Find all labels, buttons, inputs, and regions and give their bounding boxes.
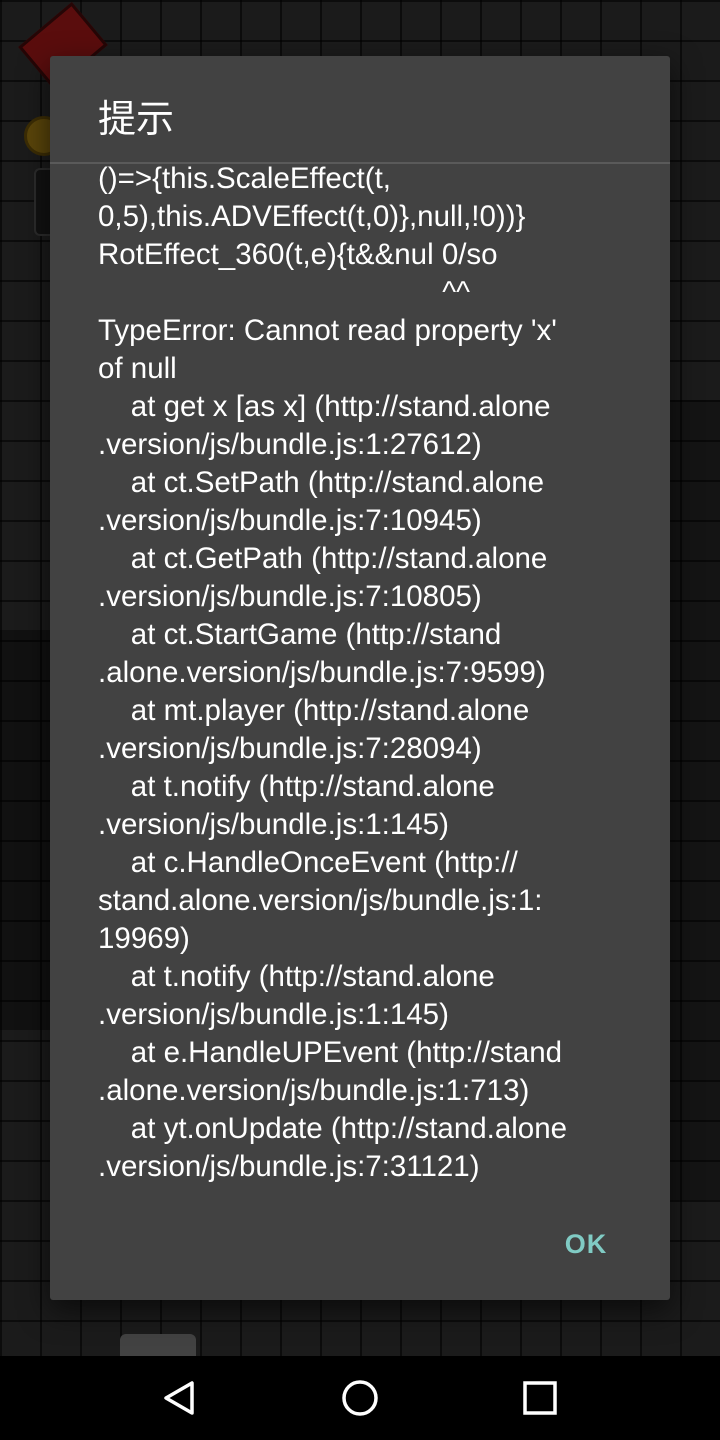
dialog-message: ()=>{this.ScaleEffect(t, 0,5),this.ADVEf… — [98, 162, 568, 1183]
back-button[interactable] — [140, 1368, 220, 1428]
ok-button[interactable]: OK — [546, 1218, 626, 1270]
recents-square-icon — [523, 1381, 557, 1415]
navigation-bar — [0, 1356, 720, 1440]
recents-button[interactable] — [500, 1368, 580, 1428]
home-button[interactable] — [320, 1368, 400, 1428]
error-dialog: 提示 ()=>{this.ScaleEffect(t, 0,5),this.AD… — [50, 56, 670, 1300]
back-triangle-icon — [164, 1381, 194, 1415]
dialog-title: 提示 — [98, 97, 175, 141]
screen: 提示 ()=>{this.ScaleEffect(t, 0,5),this.AD… — [0, 0, 720, 1440]
home-circle-icon — [342, 1380, 378, 1416]
